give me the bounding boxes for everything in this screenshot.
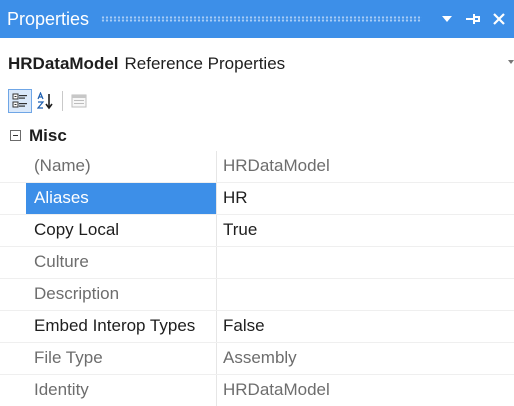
categorized-icon — [12, 93, 27, 108]
toolbar-separator — [62, 91, 63, 111]
property-pages-icon — [71, 94, 87, 108]
property-name[interactable]: Copy Local — [26, 215, 217, 246]
property-name[interactable]: Aliases — [26, 183, 217, 214]
property-row-culture[interactable]: Culture — [0, 247, 514, 279]
property-row-name[interactable]: (Name) HRDataModel — [0, 151, 514, 183]
property-value: Assembly — [223, 348, 297, 367]
category-misc[interactable]: Misc — [0, 120, 514, 151]
category-label: Misc — [29, 125, 67, 145]
property-value[interactable]: HR — [217, 183, 514, 214]
close-button[interactable] — [488, 7, 510, 31]
property-row-aliases[interactable]: Aliases HR — [0, 183, 514, 215]
sort-alphabetical-icon — [37, 92, 53, 110]
property-row-file-type[interactable]: File Type Assembly — [0, 343, 514, 375]
property-name: File Type — [26, 343, 217, 374]
chevron-down-icon[interactable] — [508, 60, 514, 64]
property-value — [217, 247, 514, 278]
property-grid: Misc (Name) HRDataModel Aliases HR Copy … — [0, 120, 514, 406]
properties-window: Properties HRDataModel Reference Propert… — [0, 0, 514, 406]
property-row-copy-local[interactable]: Copy Local True — [0, 215, 514, 247]
property-row-description[interactable]: Description — [0, 279, 514, 311]
pin-button[interactable] — [462, 7, 484, 31]
collapse-icon[interactable] — [10, 130, 21, 141]
property-value[interactable]: False — [217, 311, 514, 342]
property-row-embed-interop-types[interactable]: Embed Interop Types False — [0, 311, 514, 343]
property-value[interactable]: True — [217, 215, 514, 246]
property-pages-button[interactable] — [67, 89, 91, 113]
property-name: (Name) — [26, 151, 217, 182]
pin-icon — [466, 14, 480, 24]
property-name[interactable]: Embed Interop Types — [26, 311, 217, 342]
window-menu-button[interactable] — [436, 7, 458, 31]
property-row-identity[interactable]: Identity HRDataModel — [0, 375, 514, 406]
drag-grip[interactable] — [101, 16, 422, 22]
property-name: Culture — [26, 247, 217, 278]
selected-object-type: Reference Properties — [124, 54, 286, 73]
property-value — [217, 279, 514, 310]
title-bar[interactable]: Properties — [0, 0, 514, 38]
window-title: Properties — [7, 8, 90, 29]
property-value: HRDataModel — [223, 156, 330, 175]
chevron-down-icon — [442, 16, 452, 22]
property-value: HRDataModel — [223, 380, 330, 399]
property-name: Identity — [26, 375, 217, 406]
object-selector[interactable]: HRDataModel Reference Properties — [0, 46, 514, 82]
close-icon — [493, 13, 505, 25]
property-name: Description — [26, 279, 217, 310]
categorized-button[interactable] — [8, 89, 32, 113]
selected-object-name: HRDataModel — [8, 54, 119, 73]
properties-toolbar — [0, 86, 514, 116]
alphabetical-button[interactable] — [34, 89, 58, 113]
